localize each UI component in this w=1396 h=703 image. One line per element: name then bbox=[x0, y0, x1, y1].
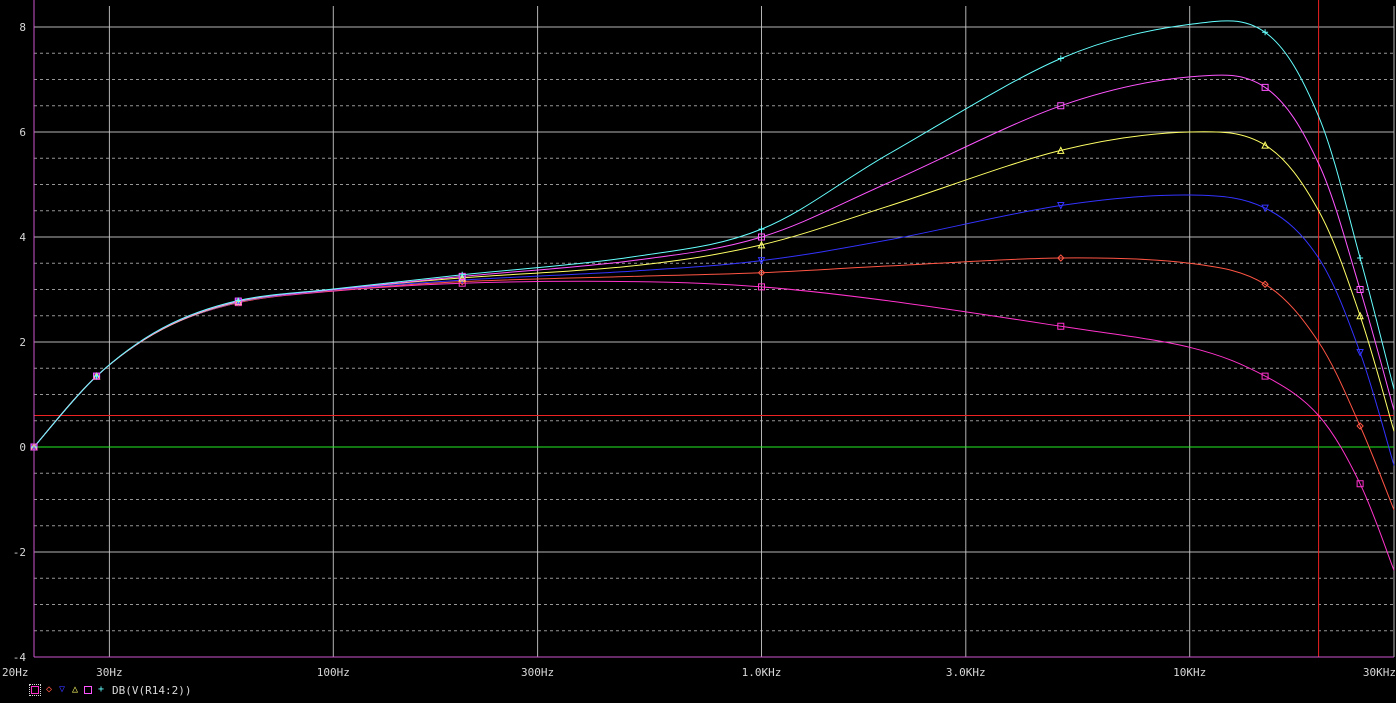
legend-symbols: ◇ ▽ △ + bbox=[45, 684, 105, 696]
legend-symbol-triangle-down: ▽ bbox=[58, 684, 66, 695]
x-tick-label: 30KHz bbox=[1363, 666, 1396, 679]
x-tick-label: 10KHz bbox=[1173, 666, 1206, 679]
legend: ◇ ▽ △ + DB(V(R14:2)) bbox=[29, 682, 191, 698]
plot-area[interactable]: 20Hz 30Hz 100Hz 300Hz 1.0KHz 3.0KHz 10KHz 30KHz… bbox=[0, 0, 1396, 703]
grid bbox=[33, 6, 1395, 658]
y-tick-labels: 8 6 4 2 0 -2 -4 bbox=[13, 21, 27, 664]
x-tick-label: 100Hz bbox=[317, 666, 350, 679]
y-tick-label: 2 bbox=[19, 336, 26, 349]
x-tick-label: 1.0KHz bbox=[742, 666, 782, 679]
x-tick-label: 30Hz bbox=[96, 666, 123, 679]
x-tick-labels: 20Hz 30Hz 100Hz 300Hz 1.0KHz 3.0KHz 10KHz 30KHz bbox=[2, 666, 1396, 679]
legend-symbol-plus: + bbox=[97, 684, 105, 695]
y-tick-label: -2 bbox=[13, 546, 26, 559]
y-tick-label: 4 bbox=[19, 231, 26, 244]
y-tick-label: 8 bbox=[19, 21, 26, 34]
legend-symbol-first[interactable] bbox=[29, 684, 41, 696]
y-tick-label: 6 bbox=[19, 126, 26, 139]
legend-symbol-triangle: △ bbox=[71, 684, 79, 695]
markers-group bbox=[30, 29, 1364, 488]
x-tick-label: 20Hz bbox=[2, 666, 29, 679]
legend-symbol-square bbox=[31, 686, 39, 694]
x-tick-label: 3.0KHz bbox=[946, 666, 986, 679]
x-tick-label: 300Hz bbox=[521, 666, 554, 679]
y-tick-label: -4 bbox=[13, 651, 27, 664]
legend-symbol-diamond: ◇ bbox=[45, 684, 53, 695]
data-point bbox=[758, 226, 765, 233]
legend-symbol-square bbox=[84, 686, 92, 694]
data-point bbox=[1357, 255, 1364, 261]
data-point bbox=[1057, 55, 1064, 62]
legend-trace-name[interactable]: DB(V(R14:2)) bbox=[112, 684, 191, 697]
y-tick-label: 0 bbox=[19, 441, 26, 454]
